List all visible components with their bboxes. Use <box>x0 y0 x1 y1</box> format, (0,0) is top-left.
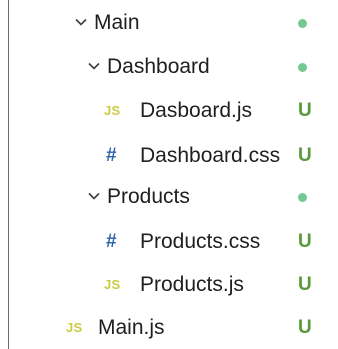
untracked-badge: U <box>298 145 312 166</box>
chevron-down-icon[interactable] <box>87 59 101 73</box>
modified-dot-indicator <box>298 193 307 202</box>
file-dashboard-css[interactable]: # Dashboard.css U <box>0 136 338 176</box>
js-file-icon: JS <box>66 320 83 335</box>
chevron-down-icon[interactable] <box>87 189 101 203</box>
file-dashboard-css-label: Dashboard.css <box>140 144 281 167</box>
css-file-icon: # <box>106 145 117 166</box>
file-products-css[interactable]: # Products.css U <box>0 222 338 262</box>
file-main-js[interactable]: JS Main.js U <box>0 308 338 348</box>
folder-products-label: Products <box>107 185 190 208</box>
file-dasboard-js[interactable]: JS Dasboard.js U <box>0 91 338 131</box>
folder-dashboard-label: Dashboard <box>107 55 210 78</box>
file-main-js-label: Main.js <box>98 316 165 339</box>
chevron-down-icon[interactable] <box>74 15 88 29</box>
modified-dot-indicator <box>298 63 307 72</box>
file-products-js[interactable]: JS Products.js U <box>0 265 338 305</box>
untracked-badge: U <box>298 100 312 121</box>
file-dasboard-js-label: Dasboard.js <box>140 99 253 122</box>
file-products-css-label: Products.css <box>140 230 261 253</box>
folder-products[interactable]: Products <box>0 177 338 217</box>
folder-main-label: Main <box>94 11 140 34</box>
untracked-badge: U <box>298 317 312 338</box>
js-file-icon: JS <box>104 103 121 118</box>
folder-main[interactable]: Main <box>0 3 338 43</box>
js-file-icon: JS <box>104 277 121 292</box>
file-products-js-label: Products.js <box>140 273 244 296</box>
untracked-badge: U <box>298 231 312 252</box>
untracked-badge: U <box>298 274 312 295</box>
css-file-icon: # <box>106 231 117 252</box>
modified-dot-indicator <box>298 19 307 28</box>
folder-dashboard[interactable]: Dashboard <box>0 47 338 87</box>
